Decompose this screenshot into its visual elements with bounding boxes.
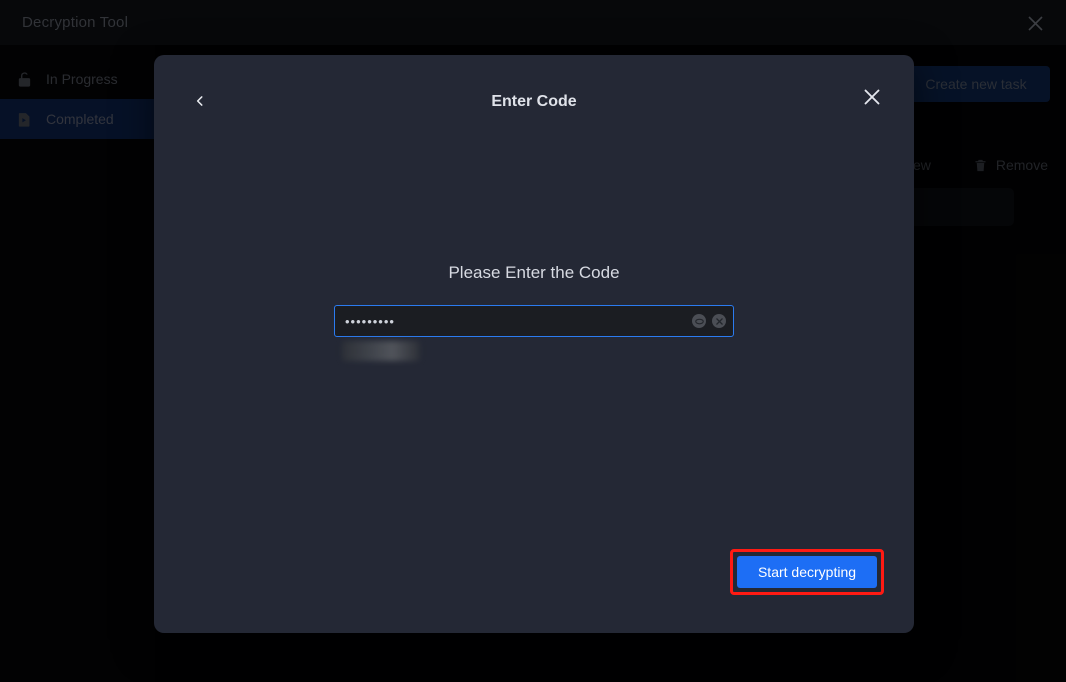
- dialog-close-button[interactable]: [858, 83, 886, 111]
- code-input-icons: [692, 305, 726, 337]
- prompt-label: Please Enter the Code: [448, 263, 620, 282]
- close-icon: [864, 89, 880, 105]
- dialog-footer: Start decrypting: [730, 549, 884, 595]
- autofill-suggestion[interactable]: [342, 341, 420, 361]
- dialog-title: Enter Code: [491, 93, 577, 110]
- start-decrypting-button[interactable]: Start decrypting: [737, 556, 877, 588]
- code-input-wrapper: [334, 305, 734, 361]
- clear-circle-icon[interactable]: [712, 314, 726, 328]
- dialog-header: Enter Code: [154, 55, 914, 145]
- enter-code-dialog: Enter Code Please Enter the Code •••••••…: [154, 55, 914, 633]
- start-decrypting-highlight: Start decrypting: [730, 549, 884, 595]
- code-input[interactable]: [334, 305, 734, 337]
- dialog-body: Please Enter the Code: [154, 145, 914, 361]
- app-window: Decryption Tool In Progress Completed Cr…: [0, 0, 1066, 682]
- eye-toggle-icon[interactable]: [692, 314, 706, 328]
